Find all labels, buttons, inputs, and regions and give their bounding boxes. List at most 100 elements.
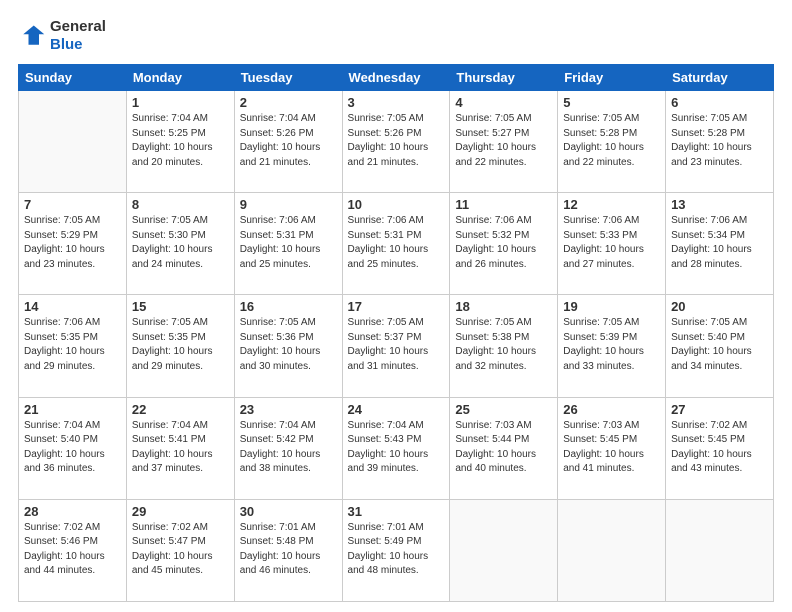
calendar-cell: 29 Sunrise: 7:02 AMSunset: 5:47 PMDayligh… <box>126 499 234 601</box>
calendar-cell <box>450 499 558 601</box>
day-info: Sunrise: 7:05 AMSunset: 5:28 PMDaylight:… <box>563 112 660 170</box>
calendar-cell: 23Sunrise: 7:04 AMSunset: 5:42 PMDayligh… <box>234 397 342 499</box>
day-number: 6 <box>671 95 768 110</box>
day-info: Sunrise: 7:06 AMSunset: 5:35 PMDaylight:… <box>24 316 121 374</box>
day-info: Sunrise: 7:05 AMSunset: 5:27 PMDaylight:… <box>455 112 552 170</box>
day-number: 20 <box>671 299 768 314</box>
day-number: 14 <box>24 299 121 314</box>
weekday-header-thursday: Thursday <box>450 65 558 91</box>
day-info: Sunrise: 7:05 AMSunset: 5:38 PMDaylight:… <box>455 316 552 374</box>
weekday-header-friday: Friday <box>558 65 666 91</box>
calendar-cell: 11 Sunrise: 7:06 AMSunset: 5:32 PMDayligh… <box>450 193 558 295</box>
day-info: Sunrise: 7:05 AMSunset: 5:37 PMDaylight:… <box>348 316 445 374</box>
calendar-cell: 30 Sunrise: 7:01 AMSunset: 5:48 PMDayligh… <box>234 499 342 601</box>
calendar: SundayMondayTuesdayWednesdayThursdayFrid… <box>18 64 774 602</box>
weekday-header-monday: Monday <box>126 65 234 91</box>
calendar-cell: 26 Sunrise: 7:03 AMSunset: 5:45 PMDayligh… <box>558 397 666 499</box>
calendar-cell: 28 Sunrise: 7:02 AMSunset: 5:46 PMDayligh… <box>19 499 127 601</box>
day-info: Sunrise: 7:05 AMSunset: 5:26 PMDaylight:… <box>348 112 445 170</box>
day-info: Sunrise: 7:04 AMSunset: 5:25 PMDaylight:… <box>132 112 229 170</box>
day-number: 4 <box>455 95 552 110</box>
calendar-cell: 25Sunrise: 7:03 AMSunset: 5:44 PMDayligh… <box>450 397 558 499</box>
day-number: 8 <box>132 197 229 212</box>
day-info: Sunrise: 7:04 AMSunset: 5:42 PMDaylight:… <box>240 419 337 477</box>
calendar-cell: 15 Sunrise: 7:05 AMSunset: 5:35 PMDayligh… <box>126 295 234 397</box>
day-number: 7 <box>24 197 121 212</box>
calendar-cell <box>19 91 127 193</box>
day-info: Sunrise: 7:04 AMSunset: 5:40 PMDaylight:… <box>24 419 121 477</box>
calendar-cell: 19Sunrise: 7:05 AMSunset: 5:39 PMDayligh… <box>558 295 666 397</box>
day-number: 18 <box>455 299 552 314</box>
page: General Blue SundayMondayTuesdayWednesda… <box>0 0 792 612</box>
day-number: 1 <box>132 95 229 110</box>
calendar-cell: 6 Sunrise: 7:05 AMSunset: 5:28 PMDaylight… <box>666 91 774 193</box>
day-number: 3 <box>348 95 445 110</box>
day-number: 22 <box>132 402 229 417</box>
day-info: Sunrise: 7:06 AMSunset: 5:34 PMDaylight:… <box>671 214 768 272</box>
calendar-cell: 5 Sunrise: 7:05 AMSunset: 5:28 PMDaylight… <box>558 91 666 193</box>
day-info: Sunrise: 7:01 AMSunset: 5:48 PMDaylight:… <box>240 521 337 579</box>
calendar-cell: 27 Sunrise: 7:02 AMSunset: 5:45 PMDayligh… <box>666 397 774 499</box>
calendar-cell <box>558 499 666 601</box>
day-number: 27 <box>671 402 768 417</box>
day-number: 2 <box>240 95 337 110</box>
day-info: Sunrise: 7:05 AMSunset: 5:29 PMDaylight:… <box>24 214 121 272</box>
calendar-cell: 10Sunrise: 7:06 AMSunset: 5:31 PMDayligh… <box>342 193 450 295</box>
calendar-cell: 20 Sunrise: 7:05 AMSunset: 5:40 PMDayligh… <box>666 295 774 397</box>
weekday-header-tuesday: Tuesday <box>234 65 342 91</box>
day-number: 31 <box>348 504 445 519</box>
day-info: Sunrise: 7:03 AMSunset: 5:45 PMDaylight:… <box>563 419 660 477</box>
day-info: Sunrise: 7:04 AMSunset: 5:43 PMDaylight:… <box>348 419 445 477</box>
day-number: 11 <box>455 197 552 212</box>
calendar-cell: 18 Sunrise: 7:05 AMSunset: 5:38 PMDayligh… <box>450 295 558 397</box>
day-info: Sunrise: 7:05 AMSunset: 5:30 PMDaylight:… <box>132 214 229 272</box>
logo: General Blue <box>18 18 106 54</box>
day-number: 24 <box>348 402 445 417</box>
logo-icon <box>18 22 46 50</box>
day-number: 21 <box>24 402 121 417</box>
day-number: 16 <box>240 299 337 314</box>
weekday-header-sunday: Sunday <box>19 65 127 91</box>
day-info: Sunrise: 7:04 AMSunset: 5:41 PMDaylight:… <box>132 419 229 477</box>
day-info: Sunrise: 7:05 AMSunset: 5:39 PMDaylight:… <box>563 316 660 374</box>
calendar-cell: 22 Sunrise: 7:04 AMSunset: 5:41 PMDayligh… <box>126 397 234 499</box>
day-number: 26 <box>563 402 660 417</box>
weekday-header-saturday: Saturday <box>666 65 774 91</box>
calendar-cell: 24 Sunrise: 7:04 AMSunset: 5:43 PMDayligh… <box>342 397 450 499</box>
day-number: 13 <box>671 197 768 212</box>
calendar-cell: 9Sunrise: 7:06 AMSunset: 5:31 PMDaylight… <box>234 193 342 295</box>
day-number: 17 <box>348 299 445 314</box>
day-number: 10 <box>348 197 445 212</box>
calendar-cell: 17 Sunrise: 7:05 AMSunset: 5:37 PMDayligh… <box>342 295 450 397</box>
day-info: Sunrise: 7:02 AMSunset: 5:45 PMDaylight:… <box>671 419 768 477</box>
day-info: Sunrise: 7:05 AMSunset: 5:36 PMDaylight:… <box>240 316 337 374</box>
day-info: Sunrise: 7:02 AMSunset: 5:47 PMDaylight:… <box>132 521 229 579</box>
weekday-header-wednesday: Wednesday <box>342 65 450 91</box>
day-info: Sunrise: 7:03 AMSunset: 5:44 PMDaylight:… <box>455 419 552 477</box>
calendar-cell <box>666 499 774 601</box>
calendar-cell: 16 Sunrise: 7:05 AMSunset: 5:36 PMDayligh… <box>234 295 342 397</box>
day-number: 15 <box>132 299 229 314</box>
day-info: Sunrise: 7:04 AMSunset: 5:26 PMDaylight:… <box>240 112 337 170</box>
calendar-cell: 2 Sunrise: 7:04 AMSunset: 5:26 PMDaylight… <box>234 91 342 193</box>
day-number: 28 <box>24 504 121 519</box>
logo-text: General Blue <box>50 18 106 54</box>
calendar-cell: 13 Sunrise: 7:06 AMSunset: 5:34 PMDayligh… <box>666 193 774 295</box>
day-info: Sunrise: 7:06 AMSunset: 5:31 PMDaylight:… <box>240 214 337 272</box>
calendar-cell: 4 Sunrise: 7:05 AMSunset: 5:27 PMDaylight… <box>450 91 558 193</box>
day-info: Sunrise: 7:05 AMSunset: 5:28 PMDaylight:… <box>671 112 768 170</box>
header: General Blue <box>18 18 774 54</box>
day-number: 12 <box>563 197 660 212</box>
day-number: 30 <box>240 504 337 519</box>
calendar-cell: 7 Sunrise: 7:05 AMSunset: 5:29 PMDaylight… <box>19 193 127 295</box>
day-info: Sunrise: 7:05 AMSunset: 5:35 PMDaylight:… <box>132 316 229 374</box>
calendar-cell: 12Sunrise: 7:06 AMSunset: 5:33 PMDayligh… <box>558 193 666 295</box>
calendar-cell: 14 Sunrise: 7:06 AMSunset: 5:35 PMDayligh… <box>19 295 127 397</box>
calendar-cell: 31Sunrise: 7:01 AMSunset: 5:49 PMDayligh… <box>342 499 450 601</box>
day-info: Sunrise: 7:02 AMSunset: 5:46 PMDaylight:… <box>24 521 121 579</box>
day-number: 29 <box>132 504 229 519</box>
day-info: Sunrise: 7:05 AMSunset: 5:40 PMDaylight:… <box>671 316 768 374</box>
day-info: Sunrise: 7:06 AMSunset: 5:32 PMDaylight:… <box>455 214 552 272</box>
calendar-cell: 3 Sunrise: 7:05 AMSunset: 5:26 PMDaylight… <box>342 91 450 193</box>
day-number: 5 <box>563 95 660 110</box>
